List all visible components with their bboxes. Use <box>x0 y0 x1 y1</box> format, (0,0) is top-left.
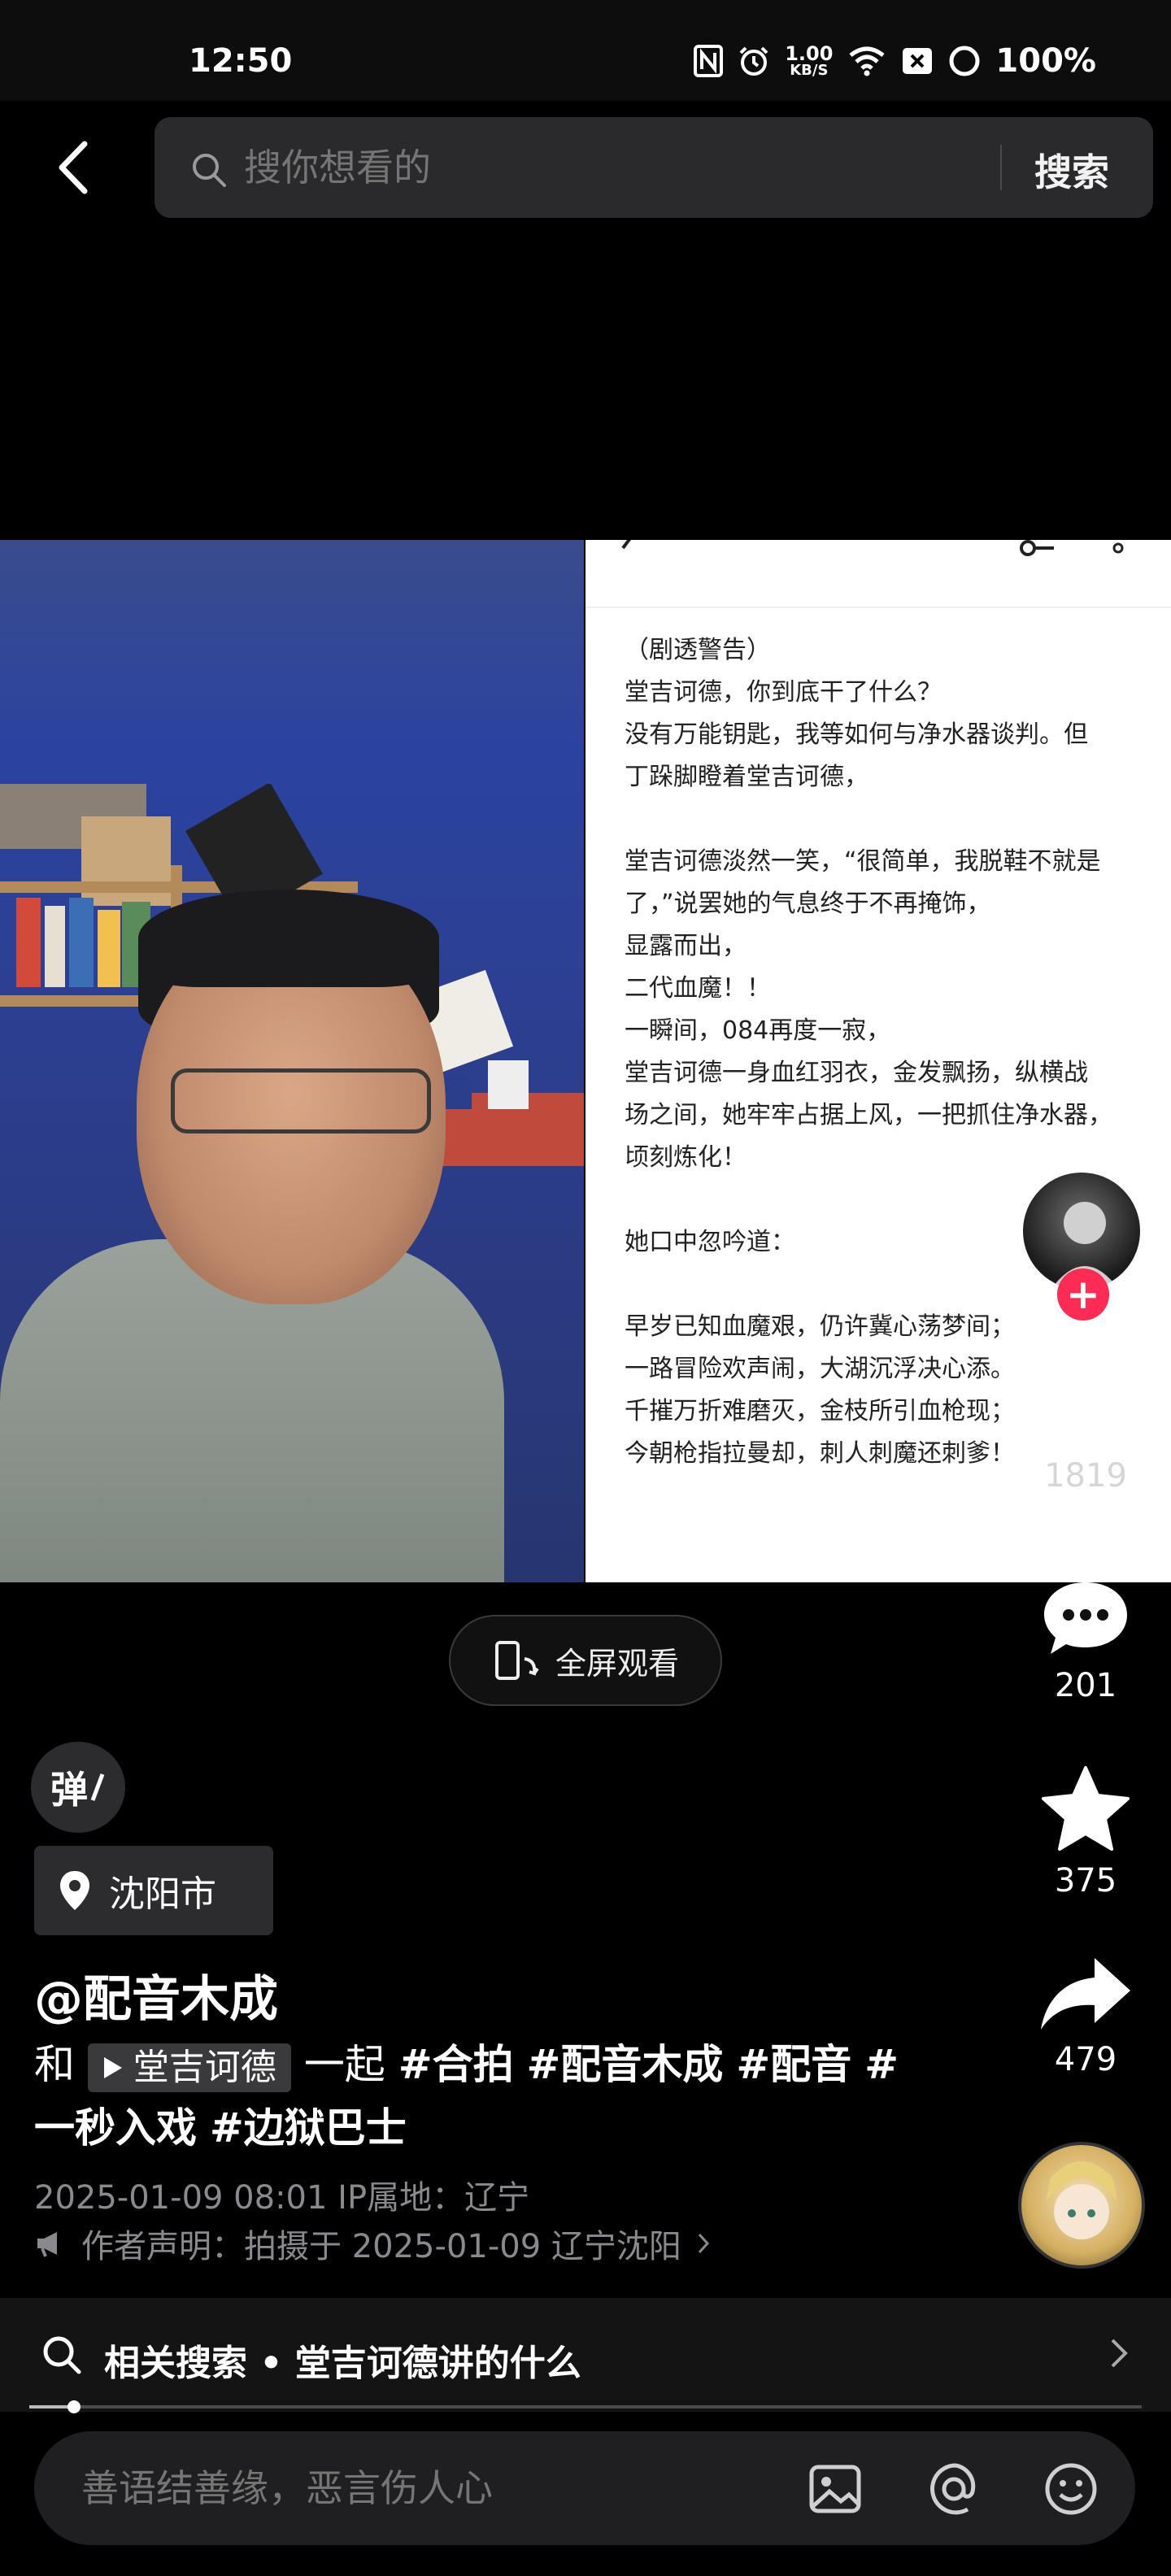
chevron-right-icon <box>1109 2337 1129 2373</box>
link-icon <box>1020 540 1054 556</box>
video-right-divider <box>586 607 1171 608</box>
hashtag[interactable]: #配音 <box>736 2041 851 2088</box>
wifi-icon <box>847 46 886 76</box>
star-icon <box>1042 1766 1130 1851</box>
like-count: 1819 <box>1044 1457 1127 1495</box>
share-button[interactable]: 479 <box>1025 1955 1147 2078</box>
statement-text: 作者声明：拍摄于 2025-01-09 辽宁沈阳 <box>81 2228 681 2265</box>
back-button[interactable] <box>49 137 98 198</box>
megaphone-icon <box>37 2232 57 2257</box>
status-icons: 1.00 KB/S 100% <box>694 42 1096 80</box>
emoji-icon[interactable] <box>1043 2461 1099 2521</box>
desc-prefix: 和 <box>34 2041 75 2088</box>
duet-user-name: 堂吉诃德 <box>133 2046 276 2088</box>
video-right-text: （剧透警告） 堂吉诃德，你到底干了什么？ 没有万能钥匙，我等如何与净水器谈判。但… <box>625 636 1112 1468</box>
alarm-icon <box>738 45 770 77</box>
status-time: 12:50 <box>189 42 293 80</box>
status-bar: 12:50 1.00 KB/S 100% <box>0 0 1171 101</box>
search-input[interactable] <box>244 141 976 194</box>
location-pin-icon <box>60 1871 89 1910</box>
fullscreen-button[interactable]: 全屏观看 <box>449 1615 722 1706</box>
search-submit-button[interactable]: 搜索 <box>1034 143 1109 197</box>
hashtag[interactable]: #配音木成 <box>527 2041 724 2088</box>
more-icon <box>1112 542 1124 554</box>
video-progress-bar[interactable] <box>29 2400 1142 2413</box>
related-search-text: 相关搜索 • 堂吉诃德讲的什么 <box>104 2343 581 2384</box>
comment-input[interactable] <box>81 2461 797 2516</box>
location-chip[interactable]: 沈阳市 <box>34 1846 273 1935</box>
author-statement[interactable]: 作者声明：拍摄于 2025-01-09 辽宁沈阳 <box>34 2220 711 2267</box>
rotate-screen-icon <box>494 1641 539 1680</box>
desc-middle: 一起 <box>303 2041 385 2088</box>
search-box[interactable]: 搜索 <box>155 117 1153 218</box>
video-progress-knob[interactable] <box>67 2400 81 2413</box>
danmaku-slash-icon <box>90 1773 105 1801</box>
search-icon <box>41 2334 83 2379</box>
video-left-panel[interactable] <box>0 540 584 1582</box>
danmaku-label: 弹 <box>50 1768 88 1812</box>
sim-x-icon <box>901 46 934 76</box>
chevron-left-icon <box>621 540 631 550</box>
anime-avatar-figure <box>1046 2161 1117 2239</box>
comment-count: 201 <box>1054 1667 1117 1704</box>
comment-bubble-icon <box>1044 1582 1127 1654</box>
search-divider <box>1000 145 1002 190</box>
image-icon[interactable] <box>807 2461 864 2521</box>
hashtag[interactable]: #边狱巴士 <box>210 2104 407 2152</box>
video-description: 和 堂吉诃德 一起 #合拍 #配音木成 #配音 #一秒入戏 #边狱巴士 <box>34 2033 921 2160</box>
danmaku-button[interactable]: 弹 <box>31 1742 125 1833</box>
music-disc[interactable] <box>1018 2142 1145 2269</box>
author-name[interactable]: @配音木成 <box>34 1960 278 2030</box>
heart-icon <box>1043 1367 1129 1444</box>
person-hair-top <box>138 890 439 987</box>
network-speed: 1.00 KB/S <box>785 42 834 79</box>
search-icon <box>190 151 228 192</box>
follow-button[interactable]: + <box>1057 1268 1109 1321</box>
share-arrow-icon <box>1041 1958 1130 2030</box>
nfc-icon <box>694 45 724 77</box>
comment-bar <box>34 2431 1135 2545</box>
chevron-right-icon <box>698 2233 709 2254</box>
chevron-left-icon <box>59 141 88 194</box>
like-button[interactable]: 1819 <box>1025 1360 1147 1495</box>
post-date-ip: 2025-01-09 08:01 IP属地：辽宁 <box>34 2179 530 2217</box>
hashtag[interactable]: #合拍 <box>398 2041 514 2088</box>
fullscreen-label: 全屏观看 <box>555 1645 679 1682</box>
related-search-bar[interactable]: 相关搜索 • 堂吉诃德讲的什么 <box>0 2298 1171 2412</box>
comment-button[interactable]: 201 <box>1025 1577 1147 1704</box>
play-icon <box>103 2056 122 2078</box>
battery-icon <box>948 45 981 77</box>
battery-percent: 100% <box>995 42 1096 80</box>
location-label: 沈阳市 <box>109 1873 216 1915</box>
person-glasses <box>171 1068 431 1134</box>
share-count: 479 <box>1054 2041 1117 2078</box>
duet-user-chip[interactable]: 堂吉诃德 <box>87 2043 291 2092</box>
favorite-button[interactable]: 375 <box>1025 1764 1147 1899</box>
mention-icon[interactable] <box>925 2461 982 2521</box>
favorite-count: 375 <box>1054 1862 1117 1899</box>
